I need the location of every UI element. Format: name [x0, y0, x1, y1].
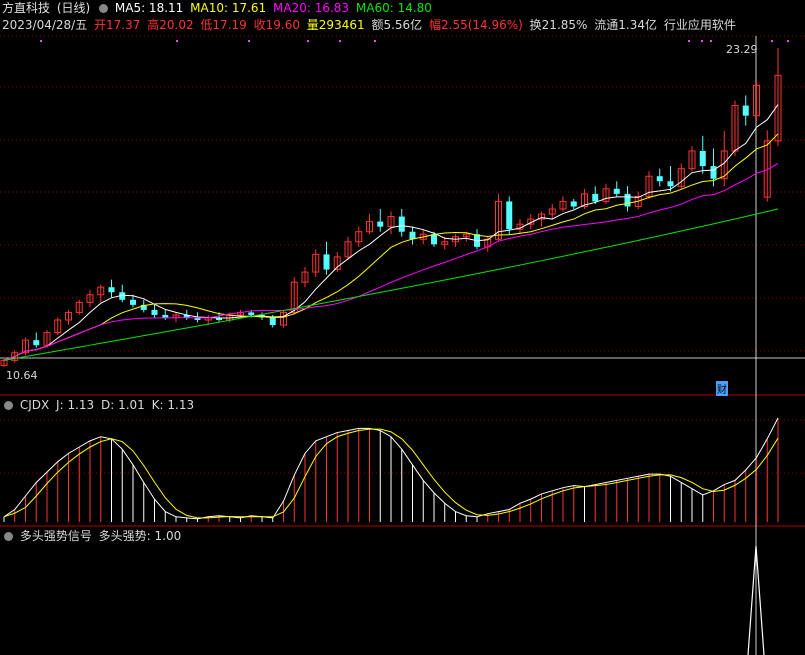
cjdx-header: CJDX J: 1.13 D: 1.01 K: 1.13 — [2, 397, 197, 413]
candle-body — [656, 176, 663, 182]
cjdx-k: K: 1.13 — [151, 398, 195, 412]
candle-body — [592, 193, 599, 202]
candle-body — [33, 340, 40, 346]
date-label: 2023/04/28/五 — [2, 18, 88, 32]
kline-chart[interactable] — [0, 0, 805, 655]
low-price-marker: 10.64 — [6, 369, 38, 382]
stock-name[interactable]: 方直科技 — [2, 1, 50, 15]
signal-dot — [40, 40, 42, 42]
signal-dot — [771, 40, 773, 42]
candle-body — [108, 287, 115, 293]
cjdx-settings-dot-icon[interactable] — [4, 401, 13, 410]
ma10-label: MA10: 17.61 — [190, 1, 267, 15]
open-label: 开17.37 — [94, 18, 141, 32]
signal-dot — [710, 40, 712, 42]
candle-body — [570, 201, 577, 207]
change-label: 幅2.55(14.96%) — [429, 18, 523, 32]
candle-body — [742, 105, 749, 116]
ma20-line — [3, 163, 779, 361]
candle-body — [667, 181, 674, 187]
close-label: 收19.60 — [253, 18, 300, 32]
signal-dot — [339, 40, 341, 42]
cjdx-d: D: 1.01 — [101, 398, 145, 412]
amount-label: 额5.56亿 — [371, 18, 423, 32]
candle-body — [269, 317, 276, 326]
ma60-label: MA60: 14.80 — [355, 1, 432, 15]
signal-header: 多头强势信号 多头强势: 1.00 — [2, 528, 184, 544]
high-label: 高20.02 — [147, 18, 194, 32]
candle-body — [130, 299, 136, 305]
candle-body — [431, 234, 437, 245]
ma10-line — [3, 133, 779, 361]
candle-body — [710, 166, 717, 179]
candle-body — [162, 314, 169, 318]
volume-label: 量293461 — [306, 18, 365, 32]
low-label: 低17.19 — [200, 18, 247, 32]
candle-body — [377, 221, 384, 227]
signal-value: 多头强势: 1.00 — [98, 529, 182, 543]
ma20-label: MA20: 16.83 — [273, 1, 350, 15]
signal-dot — [248, 40, 250, 42]
candle-body — [398, 216, 405, 232]
header-row-1: 方直科技 (日线) MA5: 18.11 MA10: 17.61 MA20: 1… — [2, 0, 435, 16]
candle-body — [699, 150, 706, 167]
industry-label[interactable]: 行业应用软件 — [664, 18, 736, 32]
candle-body — [624, 193, 631, 207]
header-row-2: 2023/04/28/五 开17.37 高20.02 低17.19 收19.60… — [2, 17, 739, 33]
signal-dot — [374, 40, 376, 42]
signal-title[interactable]: 多头强势信号 — [20, 529, 92, 543]
signal-dot — [307, 40, 309, 42]
settings-dot-icon[interactable] — [99, 4, 109, 13]
finance-note-icon[interactable]: 财 — [716, 381, 728, 396]
candle-body — [506, 201, 513, 230]
float-label: 流通1.34亿 — [594, 18, 657, 32]
turnover-label: 换21.85% — [529, 18, 588, 32]
signal-dot — [787, 40, 789, 42]
cjdx-title[interactable]: CJDX — [20, 398, 49, 412]
candle-body — [151, 309, 158, 315]
candle-body — [323, 254, 330, 270]
period-label[interactable]: (日线) — [57, 1, 90, 15]
signal-dot — [701, 40, 703, 42]
cjdx-j: J: 1.13 — [56, 398, 95, 412]
high-price-marker: 23.29 — [726, 43, 758, 56]
candle-body — [613, 188, 620, 194]
candle-body — [248, 312, 255, 315]
signal-dot — [176, 40, 178, 42]
ma5-label: MA5: 18.11 — [114, 1, 184, 15]
signal-settings-dot-icon[interactable] — [4, 532, 13, 541]
signal-dot — [688, 40, 690, 42]
